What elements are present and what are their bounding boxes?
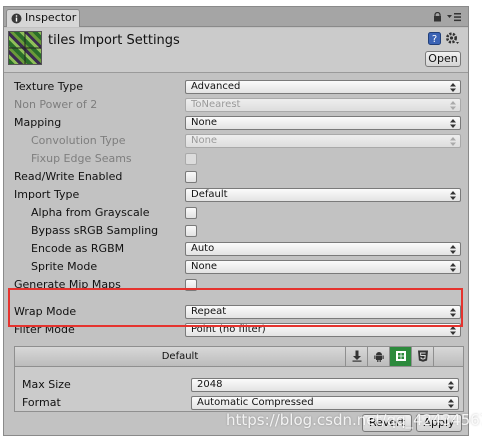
max-size-dropdown[interactable]: 2048 [191, 378, 459, 392]
mapping-label: Mapping [14, 116, 62, 129]
bypass-srgb-sampling-row: Bypass sRGB Sampling [4, 222, 468, 240]
mapping-value: None [191, 117, 218, 128]
updown-arrow-icon [450, 191, 456, 200]
windows-store-icon [396, 351, 406, 361]
non-power-of-2-row: Non Power of 2 ToNearest [4, 96, 468, 114]
sprite-mode-dropdown[interactable]: None [185, 260, 461, 274]
platform-tabs: Default [15, 347, 463, 367]
info-icon [11, 13, 22, 24]
filter-mode-row: Filter Mode Point (no filter) [4, 321, 468, 339]
tab-android[interactable] [368, 347, 390, 366]
convolution-type-row: Convolution Type None [4, 132, 468, 150]
updown-arrow-icon [450, 119, 456, 128]
tab-inspector[interactable]: Inspector [6, 9, 80, 27]
texture-thumbnail [8, 31, 42, 65]
bypass-srgb-sampling-label: Bypass sRGB Sampling [31, 224, 159, 237]
max-size-value: 2048 [197, 379, 223, 390]
convolution-type-label: Convolution Type [31, 134, 126, 147]
wrap-mode-label: Wrap Mode [14, 305, 77, 318]
menu-icon[interactable] [446, 11, 462, 23]
read-write-enabled-row: Read/Write Enabled [4, 168, 468, 186]
fixup-edge-seams-label: Fixup Edge Seams [31, 152, 132, 165]
help-icon[interactable]: ? [428, 32, 441, 45]
download-icon [352, 350, 362, 362]
tab-standalone[interactable] [346, 347, 368, 366]
max-size-row: Max Size 2048 [15, 376, 463, 394]
encode-as-rgbm-row: Encode as RGBM Auto [4, 240, 468, 258]
wrap-mode-dropdown[interactable]: Repeat [185, 305, 461, 319]
read-write-enabled-label: Read/Write Enabled [14, 170, 123, 183]
lock-icon[interactable] [433, 12, 442, 22]
open-button[interactable]: Open [425, 51, 461, 67]
updown-arrow-icon [450, 263, 456, 272]
html5-icon [418, 350, 428, 362]
filter-mode-dropdown[interactable]: Point (no filter) [185, 323, 461, 337]
encode-as-rgbm-label: Encode as RGBM [31, 242, 125, 255]
updown-arrow-icon [448, 399, 454, 408]
gear-icon[interactable] [445, 31, 460, 46]
platform-settings: Default Max Size 2048 Format Automatic C… [14, 346, 464, 412]
import-type-label: Import Type [14, 188, 80, 201]
sprite-mode-row: Sprite Mode None [4, 258, 468, 276]
format-dropdown[interactable]: Automatic Compressed [191, 396, 459, 410]
page-title: tiles Import Settings [48, 33, 180, 48]
format-row: Format Automatic Compressed [15, 394, 463, 412]
encode-as-rgbm-value: Auto [191, 243, 215, 254]
sprite-mode-label: Sprite Mode [31, 260, 98, 273]
texture-type-row: Texture Type Advanced [4, 78, 468, 96]
updown-arrow-icon [450, 245, 456, 254]
tab-default[interactable]: Default [15, 347, 346, 366]
encode-as-rgbm-dropdown[interactable]: Auto [185, 242, 461, 256]
tab-label: Inspector [25, 11, 77, 24]
import-type-dropdown[interactable]: Default [185, 188, 461, 202]
convolution-type-dropdown: None [185, 134, 461, 148]
import-type-row: Import Type Default [4, 186, 468, 204]
wrap-mode-row: Wrap Mode Repeat [4, 303, 468, 321]
bypass-srgb-sampling-checkbox[interactable] [185, 225, 197, 237]
svg-text:?: ? [432, 34, 437, 45]
fixup-edge-seams-row: Fixup Edge Seams [4, 150, 468, 168]
inspector-window: Inspector tiles Import Settings ? Open T… [3, 6, 482, 436]
updown-arrow-icon [448, 381, 454, 390]
generate-mip-maps-label: Generate Mip Maps [14, 278, 121, 291]
import-type-value: Default [191, 189, 228, 200]
tab-bar: Inspector [4, 7, 468, 27]
texture-type-value: Advanced [191, 81, 241, 92]
mapping-row: Mapping None [4, 114, 468, 132]
generate-mip-maps-row: Generate Mip Maps [4, 276, 468, 294]
format-value: Automatic Compressed [197, 397, 314, 408]
updown-arrow-icon [450, 326, 456, 335]
max-size-label: Max Size [22, 378, 71, 391]
updown-arrow-icon [450, 308, 456, 317]
tab-webgl[interactable] [412, 347, 434, 366]
non-power-of-2-label: Non Power of 2 [14, 98, 98, 111]
asset-header: tiles Import Settings ? Open [4, 28, 468, 73]
revert-button[interactable]: Revert [362, 414, 412, 432]
read-write-enabled-checkbox[interactable] [185, 171, 197, 183]
sprite-mode-value: None [191, 261, 218, 272]
fixup-edge-seams-checkbox [185, 153, 197, 165]
filter-mode-label: Filter Mode [14, 323, 75, 336]
wrap-mode-value: Repeat [191, 306, 227, 317]
updown-arrow-icon [450, 83, 456, 92]
alpha-from-grayscale-row: Alpha from Grayscale [4, 204, 468, 222]
android-icon [374, 352, 384, 362]
non-power-of-2-value: ToNearest [191, 99, 241, 110]
texture-type-label: Texture Type [14, 80, 84, 93]
mapping-dropdown[interactable]: None [185, 116, 461, 130]
updown-arrow-icon [450, 101, 456, 110]
texture-type-dropdown[interactable]: Advanced [185, 80, 461, 94]
alpha-from-grayscale-checkbox[interactable] [185, 207, 197, 219]
format-label: Format [22, 396, 61, 409]
convolution-type-value: None [191, 135, 218, 146]
filter-mode-value: Point (no filter) [191, 324, 266, 335]
apply-button[interactable]: Apply [416, 414, 462, 432]
non-power-of-2-dropdown: ToNearest [185, 98, 461, 112]
updown-arrow-icon [450, 137, 456, 146]
generate-mip-maps-checkbox[interactable] [185, 279, 197, 291]
tab-windows-store[interactable] [390, 347, 412, 366]
alpha-from-grayscale-label: Alpha from Grayscale [31, 206, 150, 219]
